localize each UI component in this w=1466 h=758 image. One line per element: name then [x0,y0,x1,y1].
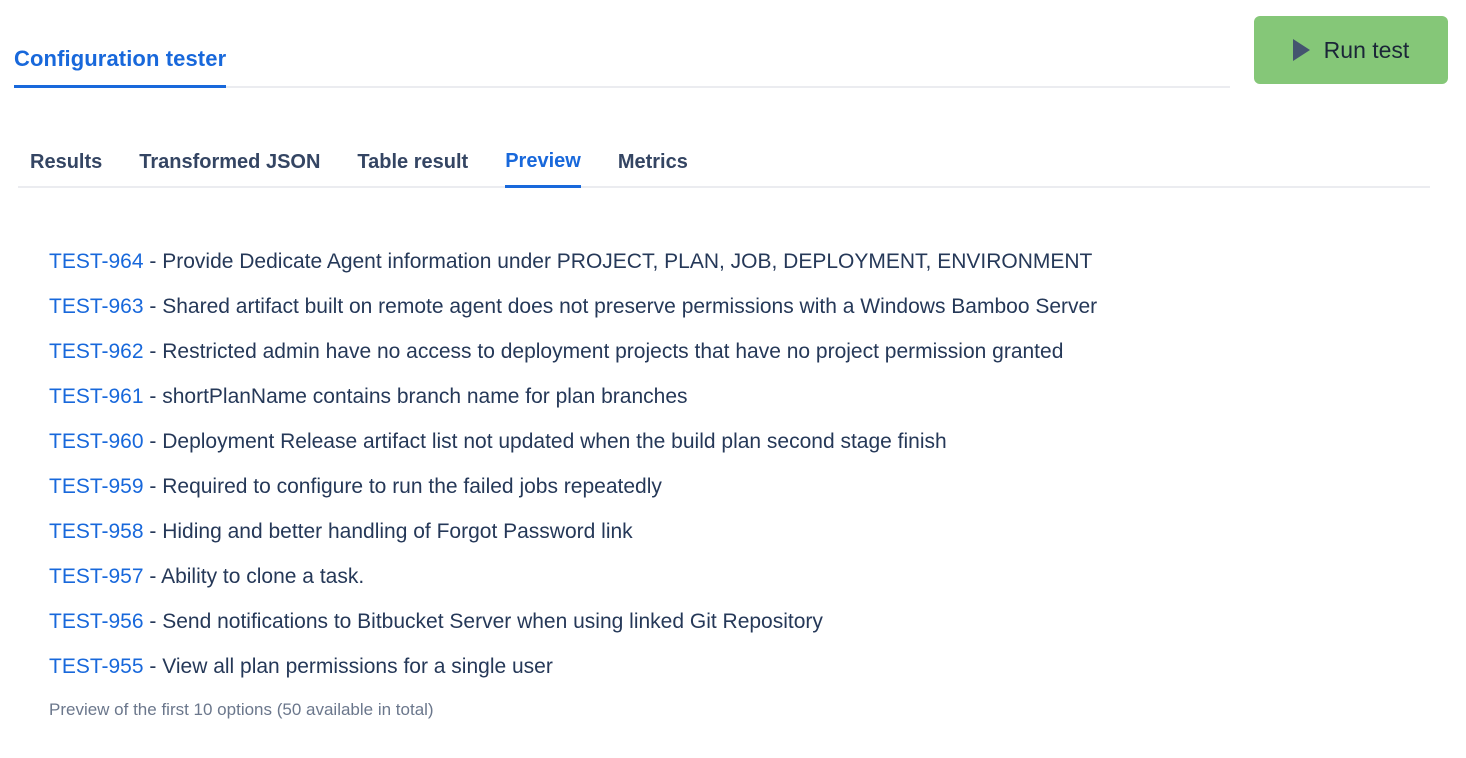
header: Configuration tester Run test [0,0,1466,88]
configuration-tester-link[interactable]: Configuration tester [14,46,226,88]
tab-preview[interactable]: Preview [505,150,581,188]
preview-row: TEST-964 - Provide Dedicate Agent inform… [49,250,1446,274]
preview-row: TEST-955 - View all plan permissions for… [49,655,1446,679]
preview-footer-note: Preview of the first 10 options (50 avai… [49,700,1466,720]
issue-summary: shortPlanName contains branch name for p… [162,385,687,408]
preview-row: TEST-956 - Send notifications to Bitbuck… [49,610,1446,634]
issue-summary: Shared artifact built on remote agent do… [162,295,1097,318]
preview-row: TEST-958 - Hiding and better handling of… [49,520,1446,544]
issue-key-link[interactable]: TEST-963 [49,295,144,318]
issue-summary: Restricted admin have no access to deplo… [162,340,1063,363]
issue-key-link[interactable]: TEST-960 [49,430,144,453]
issue-separator: - [144,565,162,588]
issue-key-link[interactable]: TEST-956 [49,610,144,633]
issue-key-link[interactable]: TEST-962 [49,340,144,363]
run-test-button[interactable]: Run test [1254,16,1448,84]
play-icon [1293,39,1310,61]
issue-key-link[interactable]: TEST-955 [49,655,144,678]
issue-separator: - [144,430,163,453]
issue-separator: - [144,520,163,543]
issue-summary: Send notifications to Bitbucket Server w… [162,610,823,633]
tab-metrics[interactable]: Metrics [618,151,688,186]
issue-separator: - [144,340,163,363]
preview-list: TEST-964 - Provide Dedicate Agent inform… [49,250,1446,679]
header-divider: Configuration tester [14,0,1230,88]
preview-row: TEST-961 - shortPlanName contains branch… [49,385,1446,409]
issue-key-link[interactable]: TEST-959 [49,475,144,498]
issue-summary: Deployment Release artifact list not upd… [162,430,947,453]
tab-bar: Results Transformed JSON Table result Previ… [18,150,1430,188]
issue-summary: Required to configure to run the failed … [162,475,662,498]
configuration-tester-page: Configuration tester Run test Results Tra… [0,0,1466,720]
preview-row: TEST-962 - Restricted admin have no acce… [49,340,1446,364]
tab-table-result[interactable]: Table result [357,151,468,186]
issue-summary: Hiding and better handling of Forgot Pas… [162,520,632,543]
tab-transformed-json[interactable]: Transformed JSON [139,151,320,186]
run-test-label: Run test [1324,37,1410,64]
issue-key-link[interactable]: TEST-964 [49,250,144,273]
preview-row: TEST-963 - Shared artifact built on remo… [49,295,1446,319]
issue-summary: View all plan permissions for a single u… [162,655,553,678]
issue-key-link[interactable]: TEST-957 [49,565,144,588]
issue-key-link[interactable]: TEST-958 [49,520,144,543]
preview-row: TEST-957 - Ability to clone a task. [49,565,1446,589]
issue-key-link[interactable]: TEST-961 [49,385,144,408]
issue-separator: - [144,475,163,498]
issue-separator: - [144,610,163,633]
issue-summary: Provide Dedicate Agent information under… [162,250,1092,273]
issue-separator: - [144,250,163,273]
tab-results[interactable]: Results [30,151,102,186]
issue-summary: Ability to clone a task. [161,565,364,588]
issue-separator: - [144,295,163,318]
preview-row: TEST-960 - Deployment Release artifact l… [49,430,1446,454]
issue-separator: - [144,385,163,408]
preview-row: TEST-959 - Required to configure to run … [49,475,1446,499]
issue-separator: - [144,655,163,678]
